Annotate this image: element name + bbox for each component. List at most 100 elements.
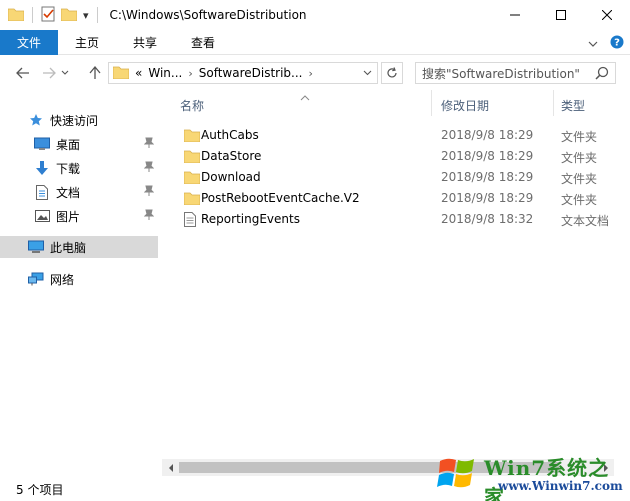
tab-share[interactable]: 共享 (116, 34, 174, 51)
breadcrumb-softwaredistribution[interactable]: SoftwareDistrib... (199, 66, 303, 80)
sidebar-item-label: 桌面 (56, 137, 81, 152)
list-item[interactable]: PostRebootEventCache.V2 2018/9/8 18:29 文… (160, 188, 630, 209)
window-title: C:\Windows\SoftwareDistribution (109, 8, 307, 22)
file-name: AuthCabs (201, 128, 259, 142)
file-list: 名称 修改日期 类型 AuthCabs 2018/9/8 18:29 文件夹 D… (160, 90, 630, 460)
sidebar-item-label: 网络 (50, 272, 75, 287)
sidebar-item-network[interactable]: 网络 (0, 268, 158, 290)
minimize-button[interactable] (492, 0, 538, 30)
toolbar-divider (32, 7, 33, 23)
search-input[interactable]: 搜索"SoftwareDistribution" (415, 62, 616, 84)
column-divider[interactable] (553, 90, 554, 116)
sidebar-item-label: 下载 (56, 161, 81, 176)
title-bar: ▾ C:\Windows\SoftwareDistribution (0, 0, 630, 30)
navigation-pane: 快速访问 桌面 下载 文档 图片 此电脑 网络 (0, 96, 158, 476)
file-name: PostRebootEventCache.V2 (201, 191, 360, 205)
sidebar-item-this-pc[interactable]: 此电脑 (0, 236, 158, 258)
folder-icon (183, 191, 201, 208)
file-date: 2018/9/8 18:32 (441, 212, 534, 226)
folder-icon (183, 170, 201, 187)
address-history-dropdown[interactable] (359, 65, 375, 81)
file-type: 文本文档 (561, 214, 610, 228)
sidebar-item-label: 快速访问 (50, 113, 99, 128)
folder-icon (183, 128, 201, 145)
minimize-icon (510, 14, 520, 16)
watermark-url: www.Winwin7.com (498, 479, 623, 493)
recent-locations-button[interactable] (58, 62, 72, 84)
back-button[interactable] (12, 62, 34, 84)
refresh-button[interactable] (381, 62, 403, 84)
breadcrumb-overflow[interactable]: « (135, 66, 142, 80)
file-name: Download (201, 170, 261, 184)
chevron-left-icon (168, 463, 173, 472)
pin-icon[interactable] (143, 209, 155, 224)
file-date: 2018/9/8 18:29 (441, 128, 534, 142)
address-box[interactable]: « Win... › SoftwareDistrib... › (108, 62, 378, 84)
windows-logo-icon (437, 458, 474, 488)
maximize-icon (556, 10, 566, 20)
list-item[interactable]: ReportingEvents 2018/9/8 18:32 文本文档 (160, 209, 630, 230)
new-folder-icon[interactable] (60, 7, 78, 24)
customize-toolbar-dropdown[interactable]: ▾ (83, 9, 89, 22)
list-item[interactable]: DataStore 2018/9/8 18:29 文件夹 (160, 146, 630, 167)
scroll-left-button[interactable] (162, 459, 179, 476)
arrow-up-icon (89, 66, 101, 79)
tab-home[interactable]: 主页 (58, 34, 116, 51)
arrow-left-icon (16, 67, 29, 79)
navigation-bar: « Win... › SoftwareDistrib... › 搜索"Softw… (0, 56, 630, 90)
pin-icon[interactable] (143, 137, 155, 152)
column-divider[interactable] (431, 90, 432, 116)
maximize-button[interactable] (538, 0, 584, 30)
sidebar-item-documents[interactable]: 文档 (0, 181, 158, 203)
star-icon (28, 112, 44, 128)
chevron-down-icon (588, 41, 598, 47)
ribbon-tabs: 文件 主页 共享 查看 ? (0, 29, 630, 55)
sidebar-item-downloads[interactable]: 下载 (0, 157, 158, 179)
sidebar-item-pictures[interactable]: 图片 (0, 205, 158, 227)
properties-icon[interactable] (41, 6, 55, 25)
list-item[interactable]: Download 2018/9/8 18:29 文件夹 (160, 167, 630, 188)
close-button[interactable] (584, 0, 630, 30)
column-header-date[interactable]: 修改日期 (441, 95, 489, 115)
search-icon[interactable] (595, 66, 609, 83)
ribbon-right-controls: ? (588, 35, 624, 52)
expand-ribbon-button[interactable] (588, 37, 598, 51)
forward-button[interactable] (38, 62, 60, 84)
picture-icon (34, 208, 50, 224)
sidebar-item-desktop[interactable]: 桌面 (0, 133, 158, 155)
breadcrumb-windows[interactable]: Win... (148, 66, 182, 80)
folder-icon (112, 65, 130, 82)
watermark-text: Win7系统之家 (484, 456, 610, 501)
folder-icon (7, 7, 25, 24)
pin-icon[interactable] (143, 161, 155, 176)
column-header-type[interactable]: 类型 (561, 95, 585, 115)
svg-text:?: ? (614, 38, 620, 49)
pin-icon[interactable] (143, 185, 155, 200)
up-button[interactable] (84, 62, 106, 84)
toolbar-divider (96, 7, 98, 23)
chevron-down-icon (363, 70, 371, 76)
window-controls (492, 0, 630, 30)
tab-view[interactable]: 查看 (174, 34, 232, 51)
chevron-right-icon[interactable]: › (309, 67, 313, 80)
download-icon (34, 160, 50, 176)
file-date: 2018/9/8 18:29 (441, 191, 534, 205)
sidebar-item-quick-access[interactable]: 快速访问 (0, 109, 158, 131)
file-name: DataStore (201, 149, 262, 163)
computer-icon (28, 239, 44, 255)
refresh-icon (387, 67, 397, 78)
tab-file[interactable]: 文件 (0, 29, 58, 55)
desktop-icon (34, 136, 50, 152)
column-header-name[interactable]: 名称 (180, 95, 204, 115)
arrow-right-icon (43, 67, 56, 79)
file-date: 2018/9/8 18:29 (441, 170, 534, 184)
help-button[interactable]: ? (610, 35, 624, 52)
watermark-logo: Win7系统之家 www.Winwin7.com (436, 449, 626, 501)
quick-access-toolbar: ▾ (0, 6, 100, 25)
text-file-icon (184, 212, 196, 230)
item-count: 5 个项目 (16, 483, 64, 497)
file-type: 文件夹 (561, 130, 598, 144)
chevron-right-icon[interactable]: › (188, 67, 192, 80)
list-item[interactable]: AuthCabs 2018/9/8 18:29 文件夹 (160, 125, 630, 146)
sidebar-item-label: 文档 (56, 185, 81, 200)
